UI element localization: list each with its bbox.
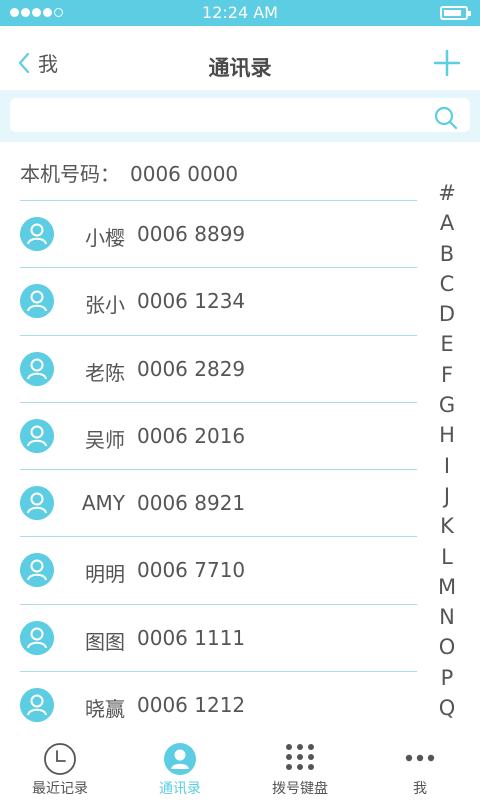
- tab-label: 我: [413, 781, 427, 797]
- contact-name: 老陈: [85, 360, 125, 385]
- avatar-icon: [20, 620, 54, 655]
- contact-phone: 0006 1212: [137, 693, 246, 718]
- index-letter[interactable]: J: [432, 481, 462, 511]
- contact-phone: 0006 8899: [137, 222, 246, 246]
- contact-row[interactable]: 吴师 0006 2016: [20, 401, 417, 469]
- tab-me[interactable]: 我: [360, 733, 480, 800]
- avatar-icon: [20, 688, 54, 723]
- contact-phone: 0006 1111: [137, 625, 246, 650]
- my-number: 本机号码： 0006 0000: [20, 158, 238, 187]
- page-title: 通讯录: [208, 56, 272, 80]
- contact-name: 晓赢: [85, 697, 125, 722]
- contact-name: 吴师: [85, 427, 125, 452]
- index-letter[interactable]: O: [432, 632, 462, 662]
- contact-row[interactable]: 图图 0006 1111: [20, 603, 417, 671]
- avatar-icon: [20, 418, 54, 453]
- status-time: 12:24 AM: [202, 3, 278, 22]
- search-icon[interactable]: [434, 106, 458, 130]
- index-letter[interactable]: M: [432, 572, 462, 602]
- tab-label: 通讯录: [159, 781, 201, 797]
- my-number-value: 0006 0000: [130, 162, 239, 186]
- search-input[interactable]: [10, 98, 470, 132]
- index-letter[interactable]: G: [432, 390, 462, 420]
- contact-phone: 0006 1234: [137, 289, 246, 314]
- contact-row[interactable]: 张小 0006 1234: [20, 267, 417, 334]
- clock-icon: [44, 743, 76, 775]
- tab-label: 拨号键盘: [272, 781, 328, 797]
- alphabet-index[interactable]: # A B C D E F G H I J K L M N O P Q: [432, 178, 462, 723]
- contact-name: 张小: [85, 293, 125, 318]
- contact-phone: 0006 7710: [137, 558, 246, 583]
- index-letter[interactable]: F: [432, 360, 462, 390]
- avatar-icon: [20, 217, 54, 251]
- contact-row[interactable]: 晓赢 0006 1212: [20, 671, 417, 738]
- index-letter[interactable]: E: [432, 329, 462, 359]
- avatar-icon: [20, 284, 54, 319]
- tab-recent[interactable]: 最近记录: [0, 733, 120, 800]
- more-icon: [405, 754, 435, 762]
- battery-icon: [440, 6, 471, 20]
- contact-phone: 0006 8921: [137, 491, 246, 516]
- tab-keypad[interactable]: 拨号键盘: [240, 733, 360, 800]
- contact-icon: [164, 743, 196, 775]
- index-letter[interactable]: L: [432, 542, 462, 572]
- index-letter[interactable]: P: [432, 663, 462, 693]
- contact-name: 明明: [85, 562, 125, 587]
- tab-label: 最近记录: [32, 781, 88, 797]
- contact-list: 小樱 0006 8899 张小 0006 1234 老陈 0006 2829 吴师 0006 …: [20, 200, 417, 738]
- contact-row[interactable]: 小樱 0006 8899: [20, 200, 417, 267]
- plus-icon[interactable]: [434, 50, 460, 76]
- battery-level: [444, 10, 461, 16]
- contact-phone: 0006 2829: [137, 356, 246, 381]
- my-number-label: 本机号码：: [20, 162, 120, 186]
- index-letter[interactable]: #: [432, 178, 462, 208]
- tab-bar: 最近记录 通讯录 拨号键盘 我: [0, 733, 480, 800]
- contact-name: 图图: [85, 629, 125, 654]
- search-bar: [0, 90, 480, 142]
- index-letter[interactable]: A: [432, 208, 462, 238]
- contact-name: 小樱: [85, 226, 125, 250]
- index-letter[interactable]: I: [432, 451, 462, 481]
- avatar-icon: [20, 486, 54, 521]
- index-letter[interactable]: Q: [432, 693, 462, 723]
- avatar-icon: [20, 553, 54, 588]
- index-letter[interactable]: D: [432, 299, 462, 329]
- contact-row[interactable]: 老陈 0006 2829: [20, 334, 417, 402]
- keypad-icon: [286, 744, 314, 770]
- index-letter[interactable]: K: [432, 511, 462, 541]
- index-letter[interactable]: H: [432, 420, 462, 450]
- contact-row[interactable]: 明明 0006 7710: [20, 536, 417, 603]
- tab-contacts[interactable]: 通讯录: [120, 733, 240, 800]
- contact-name: AMY: [81, 491, 125, 516]
- nav-bar: 我 通讯录: [0, 26, 480, 90]
- index-letter[interactable]: B: [432, 239, 462, 269]
- status-bar: 12:24 AM: [0, 0, 480, 26]
- contact-phone: 0006 2016: [137, 423, 246, 448]
- index-letter[interactable]: N: [432, 602, 462, 632]
- contact-row[interactable]: AMY 0006 8921: [20, 469, 417, 536]
- avatar-icon: [20, 351, 54, 386]
- index-letter[interactable]: C: [432, 269, 462, 299]
